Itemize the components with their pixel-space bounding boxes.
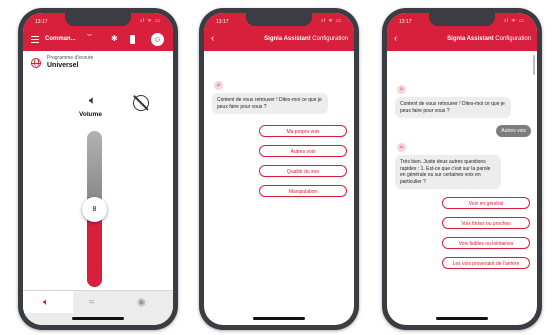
app-header: ‹ Signia Assistant Configuration [387, 29, 537, 51]
option-handling[interactable]: Manipulation [259, 185, 347, 197]
back-arrow-icon[interactable]: ‹ [394, 33, 397, 44]
status-time: 13:17 [216, 19, 229, 25]
signal-icons: ıl ᯤ ▭ [504, 18, 525, 24]
back-arrow-icon[interactable]: ‹ [211, 33, 214, 44]
user-reply: Autres voix [496, 125, 531, 137]
signia-bot-icon: ☺ [214, 81, 223, 90]
header-title[interactable]: Comman... [45, 36, 76, 42]
option-voices-general[interactable]: Voix en général [442, 197, 530, 209]
signia-bot-icon: ☺ [397, 85, 406, 94]
signal-icons: ıl ᯤ ▭ [140, 18, 161, 24]
phone-notch [65, 13, 131, 26]
signal-icons: ıl ᯤ ▭ [321, 18, 342, 24]
option-soft-distant-voices[interactable]: Voix faibles ou lointaines [442, 237, 530, 249]
volume-label: Volume [79, 111, 102, 118]
app-header: Comman... ˇ ✱ ☺ [23, 29, 173, 51]
phone-assistant-start: 13:17 ıl ᯤ ▭ ‹ Signia Assistant Configur… [199, 8, 359, 330]
program-value[interactable]: Universel [47, 62, 93, 69]
option-loud-near-voices[interactable]: Voix fortes ou proches [442, 217, 530, 229]
phone-assistant-followup: 13:17 ıl ᯤ ▭ ‹ Signia Assistant Configur… [382, 8, 542, 330]
home-indicator [253, 317, 305, 320]
scrollbar[interactable] [533, 55, 535, 75]
tab-settings-icon[interactable]: ◉ [137, 297, 146, 308]
status-time: 13:17 [399, 19, 412, 25]
globe-icon [31, 58, 41, 68]
signia-avatar-icon[interactable]: ☺ [151, 33, 164, 46]
bot-message-2: Très bien. Juste deux autres questions r… [395, 155, 501, 189]
status-time: 13:17 [35, 19, 48, 25]
bot-message: Content de vous retrouver ! Dites-moi ce… [212, 93, 328, 114]
chevron-down-icon[interactable]: ˇ [87, 33, 92, 43]
tab-volume-speaker-icon[interactable]: 🔈︎ [43, 297, 49, 308]
option-sound-quality[interactable]: Qualité du son [259, 165, 347, 177]
program-label: Programme d'écoute [47, 55, 94, 61]
app-header: ‹ Signia Assistant Configuration [204, 29, 354, 51]
assistant-subtitle: Configuration [312, 36, 348, 42]
assistant-title: Signia Assistant Configuration [447, 36, 531, 42]
volume-slider-knob[interactable]: 8 [82, 196, 107, 222]
signia-bot-icon: ☺ [397, 143, 406, 152]
assistant-title: Signia Assistant Configuration [264, 36, 348, 42]
phone-remote-control: 13:17 ıl ᯤ ▭ Comman... ˇ ✱ ☺ Programme d… [18, 8, 178, 330]
assistant-title-text: Signia Assistant [447, 36, 494, 42]
home-indicator [436, 317, 488, 320]
assistant-subtitle: Configuration [495, 36, 531, 42]
phone-notch [246, 13, 312, 26]
speaker-icon: 🔈︎ [89, 93, 97, 107]
option-own-voice[interactable]: Ma propre voix [259, 125, 347, 137]
assistant-title-text: Signia Assistant [264, 36, 311, 42]
home-indicator [72, 317, 124, 320]
bot-message-1: Content de vous retrouver ! Dites-moi ce… [395, 97, 511, 118]
program-selector[interactable]: Programme d'écoute Universel [47, 55, 93, 69]
option-other-voices[interactable]: Autres voix [259, 145, 347, 157]
battery-icon[interactable] [130, 35, 135, 44]
tab-equalizer-icon[interactable]: ≈ [89, 297, 95, 308]
bluetooth-icon[interactable]: ✱ [111, 34, 118, 43]
remote-control-screen: 13:17 ıl ᯤ ▭ Comman... ˇ ✱ ☺ Programme d… [23, 13, 173, 325]
phone-notch [429, 13, 495, 26]
assistant-screen-1: 13:17 ıl ᯤ ▭ ‹ Signia Assistant Configur… [204, 13, 354, 325]
mute-icon[interactable] [133, 95, 149, 111]
option-voices-from-behind[interactable]: Les voix provenant de l'arrière [442, 257, 530, 269]
assistant-screen-2: 13:17 ıl ᯤ ▭ ‹ Signia Assistant Configur… [387, 13, 537, 325]
hamburger-menu-icon[interactable] [31, 36, 39, 43]
